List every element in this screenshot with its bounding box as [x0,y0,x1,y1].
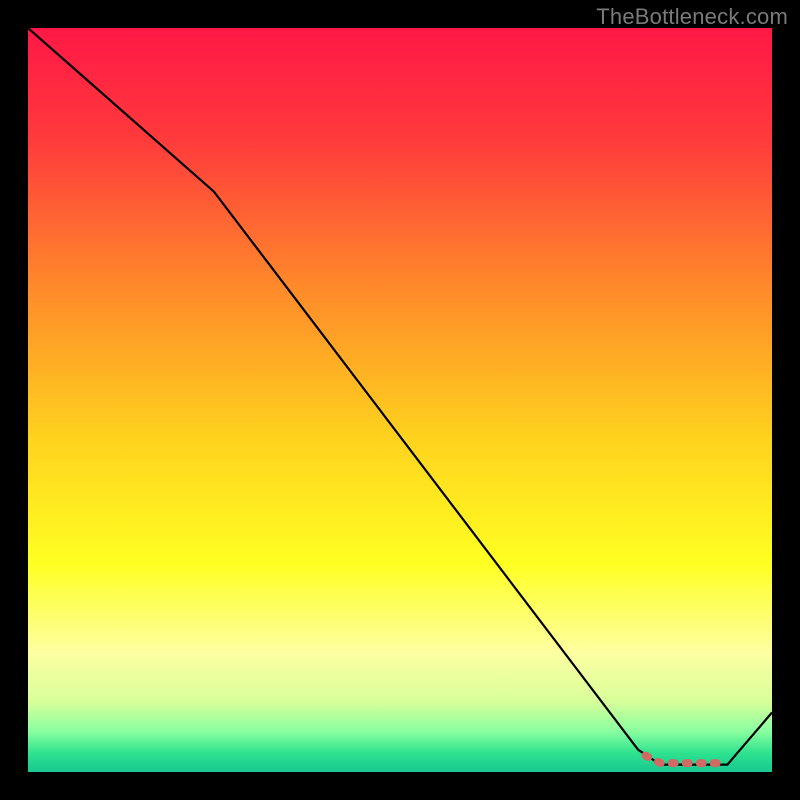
gradient-background [28,28,772,772]
chart-frame: TheBottleneck.com [0,0,800,800]
chart-canvas [0,0,800,800]
